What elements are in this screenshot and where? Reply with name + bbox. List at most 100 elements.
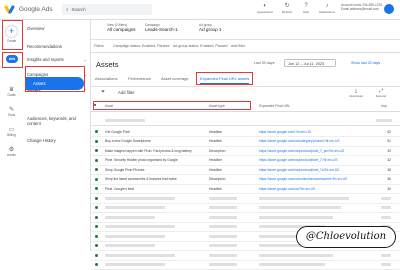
enabled-status-icon: [95, 253, 98, 257]
view-selector[interactable]: View (2 filters) All campaigns: [107, 23, 136, 33]
table-row[interactable]: Get Google Pixel Headline https://store.go…: [91, 127, 400, 137]
help-button[interactable]: ? Help: [296, 3, 316, 14]
filters-label: Filters: [94, 44, 104, 48]
goals-button[interactable]: ♛ Goals: [0, 86, 23, 97]
cell-asset-type: Headline: [209, 139, 223, 143]
table-row-placeholder: [91, 213, 400, 223]
enabled-status-icon: [95, 234, 98, 238]
nav-audiences[interactable]: Audiences, keywords, and content: [27, 116, 87, 126]
notifications-button[interactable]: ♪ Notifications: [317, 3, 337, 14]
cell-asset: Buy a new Google Smartphone: [105, 139, 151, 143]
search-placeholder: Search: [71, 7, 86, 12]
download-button[interactable]: ⤓ Download: [346, 88, 366, 98]
col-impressions[interactable]: Imp.: [381, 104, 388, 108]
table-row-placeholder: [91, 203, 400, 213]
side-nav: Overview Recommendations Insights and re…: [23, 20, 91, 251]
date-prefix: Last 30 days: [254, 61, 275, 65]
appearance-button[interactable]: ◐ Appearance: [255, 3, 275, 14]
total-row: [91, 116, 400, 126]
cell-impressions: 62: [387, 129, 391, 134]
cell-expanded-url[interactable]: https://store.google.com/us/?hl=en-US: [259, 187, 367, 191]
refresh-button[interactable]: ↻ Refresh: [277, 3, 297, 14]
adgroup-selector[interactable]: Ad group Ad group 1: [199, 23, 221, 33]
enabled-status-icon: [95, 196, 98, 200]
highlight-expanded-tab: [196, 72, 253, 85]
chevron-down-icon: ⌄: [83, 57, 87, 62]
tools-button[interactable]: ✎ Tools: [0, 106, 23, 117]
show-last-30-link[interactable]: Show last 30 days: [351, 61, 380, 65]
filter-bar: Filters Campaign status: Enabled, Paused…: [91, 40, 400, 53]
table-row[interactable]: Shop the latest accessories & features t…: [91, 175, 400, 185]
table-row[interactable]: Make images happen with Pixel. Fast phot…: [91, 146, 400, 156]
filter-chip-adgroup[interactable]: Ad group status: Enabled, Paused: [173, 44, 228, 48]
cell-expanded-url[interactable]: https://store.google.com/us/category/pho…: [259, 139, 367, 143]
scope-selectors: View (2 filters) All campaigns Campaign …: [91, 20, 400, 40]
tab-asset-coverage[interactable]: Asset coverage: [161, 76, 189, 81]
refresh-icon: ↻: [284, 3, 290, 9]
cell-asset-type: Headline: [209, 158, 223, 162]
table-row-placeholder: [91, 194, 400, 204]
filter-icon[interactable]: ⏷: [101, 89, 105, 95]
cell-asset-type: Headline: [209, 167, 223, 172]
enabled-status-icon: [95, 215, 98, 219]
table-toolbar: ⏷ Add filter ⤓ Download ⤢ Expand: [91, 87, 400, 99]
ads-logo-icon: [3, 4, 16, 15]
enabled-status-icon: [95, 139, 98, 143]
brand-name: Google Ads: [19, 6, 53, 13]
highlight-create: [2, 20, 23, 50]
highlight-asset-columns: [93, 101, 251, 110]
tab-associations[interactable]: Associations: [95, 76, 117, 81]
cell-expanded-url[interactable]: https://store.google.com/us/product/pixe…: [259, 168, 367, 172]
cell-impressions: 51: [387, 139, 391, 143]
cell-asset: Shop the latest accessories & features t…: [105, 177, 177, 181]
cell-expanded-url[interactable]: https://store.google.com/?hl=en-US: [259, 130, 367, 134]
table-row[interactable]: Pixel. Google's best Headline https://stor…: [91, 184, 400, 194]
table-row[interactable]: Shop Google Pixel Phones Headline https://…: [91, 165, 400, 175]
wrench-icon: ✎: [8, 107, 15, 113]
enabled-status-icon: [95, 149, 98, 152]
table-row[interactable]: Buy a new Google Smartphone Headline https…: [91, 137, 400, 147]
enabled-status-icon: [95, 177, 98, 181]
cell-expanded-url[interactable]: https://store.google.com/us/product/pixe…: [259, 149, 367, 153]
cell-impressions: 30: [387, 186, 391, 191]
enabled-status-icon: [95, 130, 98, 133]
add-filter-button[interactable]: Add filter: [118, 90, 135, 95]
col-expanded-url[interactable]: Expanded Final URL: [259, 104, 290, 108]
nav-overview[interactable]: Overview: [27, 26, 87, 31]
expand-button[interactable]: ⤢ Expand: [371, 88, 391, 98]
billing-button[interactable]: ▭ Billing: [0, 126, 23, 137]
table-row[interactable]: Pixel. Security Hidden photo organised b…: [91, 156, 400, 166]
help-icon: ?: [304, 3, 308, 9]
cell-asset-type: Description: [209, 177, 226, 181]
appearance-icon: ◐: [263, 3, 267, 9]
page-title: Assets: [96, 60, 119, 69]
avatar[interactable]: [384, 4, 394, 14]
account-info[interactable]: Account name 234-555-1234 Email address@…: [341, 3, 382, 11]
highlight-assets-nav: [25, 66, 85, 92]
filter-chip-campaign[interactable]: Campaign status: Enabled, Paused: [113, 44, 169, 48]
admin-button[interactable]: ⚙ Admin: [0, 146, 23, 157]
cell-asset: Make images happen with Pixel. Fast phot…: [105, 148, 192, 153]
cell-asset-type: Description: [209, 148, 226, 153]
google-ads-logo[interactable]: Google Ads: [3, 4, 53, 15]
cell-asset: Shop Google Pixel Phones: [105, 167, 145, 172]
nav-recommendations[interactable]: Recommendations: [27, 44, 87, 49]
cell-impressions: 38: [387, 167, 391, 172]
enabled-status-icon: [95, 244, 98, 247]
search-icon: ⌕: [66, 7, 69, 12]
cell-asset: Get Google Pixel: [105, 129, 130, 134]
enabled-status-icon: [95, 263, 98, 266]
search-input[interactable]: ⌕ Search: [62, 4, 152, 15]
enabled-status-icon: [95, 206, 98, 209]
nav-change-history[interactable]: Change History: [27, 138, 87, 143]
campaign-selector[interactable]: Campaign Leads-Search-1: [145, 23, 178, 33]
date-range-picker[interactable]: Jun 12 – Jul 11, 2023: [284, 59, 336, 67]
nav-insights[interactable]: Insights and reports ⌄: [27, 57, 87, 62]
enabled-status-icon: [95, 225, 98, 228]
cell-expanded-url[interactable]: https://store.google.com/us/collection/a…: [259, 177, 367, 181]
cell-impressions: 42: [387, 158, 391, 162]
tab-performance[interactable]: Performance: [128, 76, 151, 81]
cell-expanded-url[interactable]: https://store.google.com/us/product/pixe…: [259, 158, 367, 162]
trophy-icon: ♛: [8, 87, 15, 93]
add-filter-link[interactable]: Add filter: [231, 44, 245, 48]
